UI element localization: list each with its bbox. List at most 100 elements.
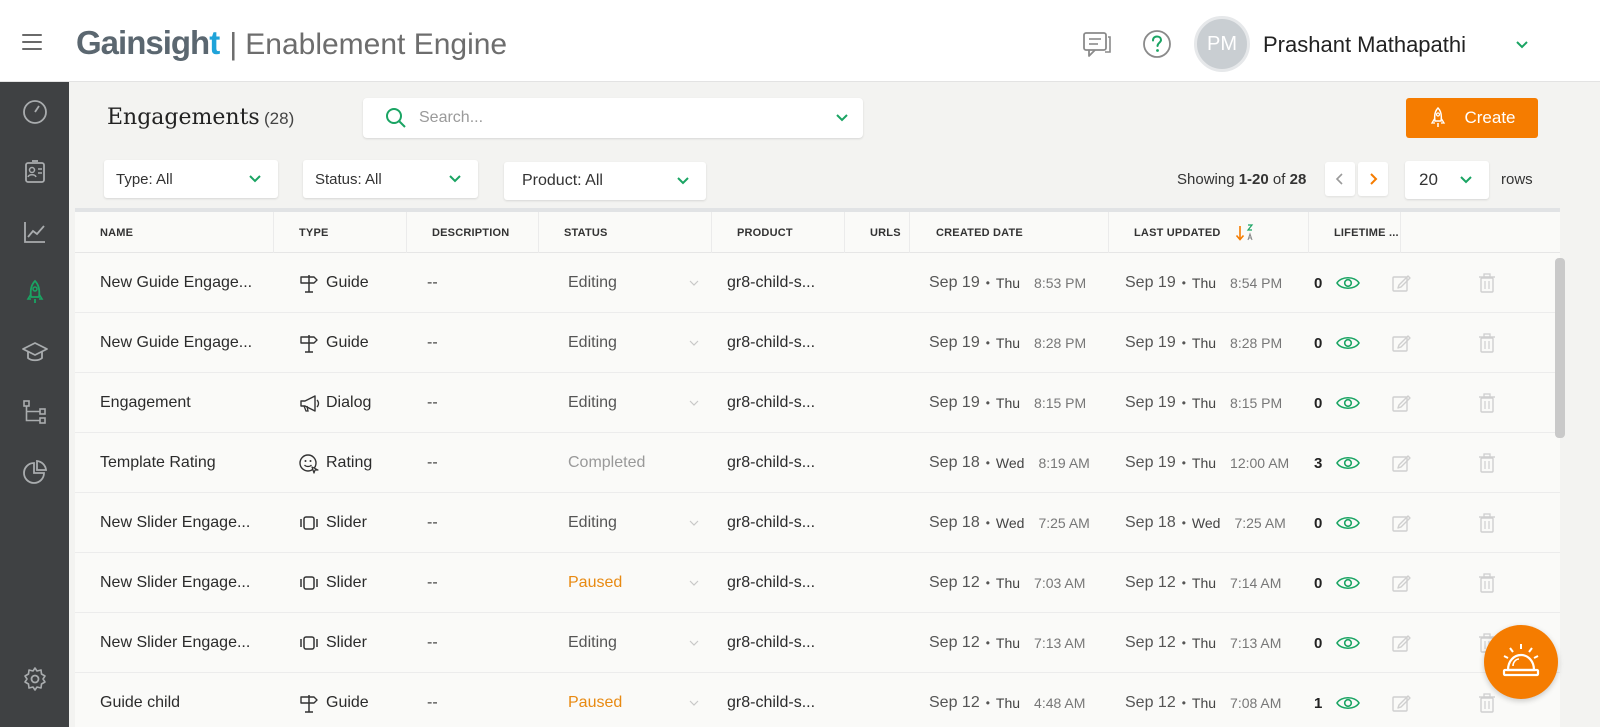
- column-header-status[interactable]: STATUS: [539, 212, 712, 253]
- sidebar-item-engagements[interactable]: [0, 262, 69, 322]
- view-eye-icon[interactable]: [1336, 553, 1360, 613]
- sort-descending-icon[interactable]: [1235, 223, 1257, 243]
- table-row[interactable]: New Guide Engage... Guide -- Editing gr8-chi…: [75, 313, 1560, 373]
- status-dropdown[interactable]: Paused: [568, 553, 700, 613]
- status-label: Paused: [568, 574, 623, 591]
- type-filter[interactable]: Type: All: [104, 160, 278, 198]
- sidebar-item-learning[interactable]: [0, 322, 69, 382]
- table-row[interactable]: New Slider Engage... Slider -- Editing gr8-c…: [75, 493, 1560, 553]
- edit-icon[interactable]: [1390, 253, 1412, 313]
- user-name[interactable]: Prashant Mathapathi: [1263, 32, 1466, 58]
- search-input[interactable]: [419, 98, 819, 138]
- view-eye-icon[interactable]: [1336, 253, 1360, 313]
- view-eye-icon[interactable]: [1336, 433, 1360, 493]
- column-header-name[interactable]: NAME: [75, 212, 274, 253]
- showing-of: of: [1268, 171, 1290, 188]
- engagement-name[interactable]: New Guide Engage...: [100, 253, 252, 313]
- next-page-button[interactable]: [1358, 162, 1388, 196]
- engagement-name[interactable]: Guide child: [100, 673, 180, 727]
- edit-icon[interactable]: [1390, 673, 1412, 727]
- column-lifetime-label: LIFETIME ...: [1334, 226, 1399, 239]
- engagement-name[interactable]: New Slider Engage...: [100, 553, 250, 613]
- view-eye-icon[interactable]: [1336, 313, 1360, 373]
- delete-trash-icon[interactable]: [1477, 253, 1497, 313]
- engagement-name[interactable]: Template Rating: [100, 433, 216, 493]
- sidebar-item-settings[interactable]: [0, 649, 69, 709]
- delete-trash-icon[interactable]: [1477, 433, 1497, 493]
- create-button[interactable]: Create: [1406, 98, 1538, 138]
- table-row[interactable]: Template Rating Rating -- Completed gr8-chil…: [75, 433, 1560, 493]
- lifetime-views: 0: [1314, 574, 1323, 592]
- edit-icon[interactable]: [1390, 553, 1412, 613]
- engagement-description: --: [427, 394, 438, 411]
- search-bar[interactable]: [363, 98, 863, 138]
- delete-trash-icon[interactable]: [1477, 373, 1497, 433]
- created-time: 8:53 PM: [1034, 275, 1087, 291]
- table-row[interactable]: New Slider Engage... Slider -- Paused gr8-ch…: [75, 553, 1560, 613]
- product-filter[interactable]: Product: All: [504, 162, 706, 200]
- product-filter-label: Product: All: [522, 172, 603, 189]
- column-type-label: TYPE: [299, 226, 329, 239]
- lifetime-views: 0: [1314, 514, 1323, 532]
- notification-bell-button[interactable]: [1484, 625, 1558, 699]
- hamburger-menu-icon[interactable]: [22, 34, 42, 50]
- type-label: Dialog: [326, 394, 372, 411]
- chat-bubble-icon[interactable]: [1081, 28, 1113, 60]
- edit-icon[interactable]: [1390, 373, 1412, 433]
- sidebar-item-analytics[interactable]: [0, 202, 69, 262]
- column-header-product[interactable]: PRODUCT: [712, 212, 845, 253]
- created-time: 8:15 PM: [1034, 395, 1087, 411]
- edit-icon[interactable]: [1390, 433, 1412, 493]
- view-eye-icon[interactable]: [1336, 373, 1360, 433]
- prev-page-button[interactable]: [1325, 162, 1355, 196]
- table-scrollbar[interactable]: [1555, 258, 1565, 438]
- status-dropdown[interactable]: Editing: [568, 313, 700, 373]
- created-dow: Wed: [995, 515, 1025, 531]
- column-header-urls[interactable]: URLS: [845, 212, 910, 253]
- delete-trash-icon[interactable]: [1477, 313, 1497, 373]
- table-row[interactable]: Engagement Dialog -- Editing gr8-child-s... S…: [75, 373, 1560, 433]
- delete-trash-icon[interactable]: [1477, 553, 1497, 613]
- updated-date-day: Sep 19: [1125, 274, 1176, 291]
- help-circle-icon[interactable]: [1141, 28, 1173, 60]
- view-eye-icon[interactable]: [1336, 673, 1360, 727]
- created-date-day: Sep 19: [929, 394, 980, 411]
- rows-per-page-select[interactable]: 20: [1405, 161, 1489, 199]
- status-dropdown[interactable]: Editing: [568, 253, 700, 313]
- engagement-name[interactable]: New Guide Engage...: [100, 313, 252, 373]
- edit-icon[interactable]: [1390, 493, 1412, 553]
- status-dropdown[interactable]: Completed: [568, 433, 700, 493]
- status-filter[interactable]: Status: All: [303, 160, 478, 198]
- engagement-name[interactable]: Engagement: [100, 373, 191, 433]
- status-dropdown[interactable]: Paused: [568, 673, 700, 727]
- sidebar-item-users[interactable]: [0, 142, 69, 202]
- delete-trash-icon[interactable]: [1477, 493, 1497, 553]
- chevron-down-icon[interactable]: [1514, 36, 1530, 52]
- sidebar-item-reports[interactable]: [0, 442, 69, 502]
- column-header-type[interactable]: TYPE: [274, 212, 407, 253]
- sidebar-item-workflow[interactable]: [0, 382, 69, 442]
- lifetime-views: 0: [1314, 274, 1323, 292]
- engagement-name[interactable]: New Slider Engage...: [100, 493, 250, 553]
- chevron-down-icon[interactable]: [835, 111, 849, 125]
- id-card-icon: [24, 160, 45, 183]
- status-dropdown[interactable]: Editing: [568, 493, 700, 553]
- created-date: Sep 18 • Wed 8:19 AM: [929, 433, 1090, 493]
- view-eye-icon[interactable]: [1336, 613, 1360, 673]
- column-header-lifetime[interactable]: LIFETIME ...: [1309, 212, 1401, 253]
- column-header-created-date[interactable]: CREATED DATE: [910, 212, 1109, 253]
- status-dropdown[interactable]: Editing: [568, 373, 700, 433]
- table-row[interactable]: Guide child Guide -- Paused gr8-child-s... Se…: [75, 673, 1560, 727]
- table-row[interactable]: New Slider Engage... Slider -- Editing gr8-c…: [75, 613, 1560, 673]
- brand[interactable]: Gainsight | Enablement Engine: [76, 24, 507, 62]
- view-eye-icon[interactable]: [1336, 493, 1360, 553]
- edit-icon[interactable]: [1390, 313, 1412, 373]
- avatar[interactable]: PM: [1194, 16, 1250, 72]
- status-dropdown[interactable]: Editing: [568, 613, 700, 673]
- edit-icon[interactable]: [1390, 613, 1412, 673]
- table-row[interactable]: New Guide Engage... Guide -- Editing gr8-chi…: [75, 253, 1560, 313]
- engagement-name[interactable]: New Slider Engage...: [100, 613, 250, 673]
- column-header-description[interactable]: DESCRIPTION: [407, 212, 539, 253]
- column-header-last-updated[interactable]: LAST UPDATED: [1109, 212, 1309, 253]
- sidebar-item-dashboard[interactable]: [0, 82, 69, 142]
